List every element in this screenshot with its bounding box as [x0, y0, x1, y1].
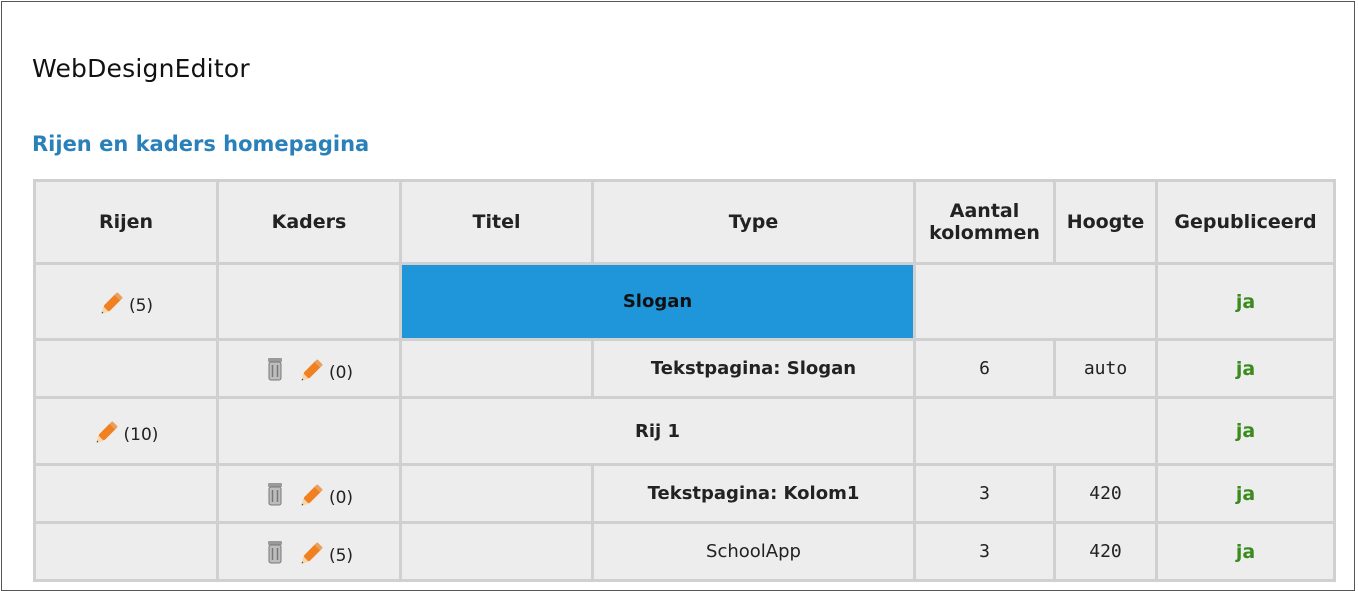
published-status: ja — [1155, 396, 1336, 466]
trash-icon[interactable] — [265, 482, 285, 506]
header-type: Type — [591, 179, 916, 265]
pencil-icon[interactable] — [299, 355, 327, 383]
pencil-icon[interactable] — [299, 538, 327, 566]
header-gepubliceerd: Gepubliceerd — [1155, 179, 1336, 265]
kader-actions-cell: (5) — [216, 521, 402, 582]
rij-edit-cell: (10) — [33, 396, 219, 466]
hoogte-cell: auto — [1053, 338, 1158, 399]
row-count: (10) — [123, 425, 159, 445]
pencil-icon[interactable] — [99, 288, 127, 316]
header-aantal-line2: kolommen — [929, 222, 1040, 244]
frame-count: (0) — [328, 487, 354, 508]
published-status: ja — [1155, 463, 1336, 524]
rij-cell-empty — [33, 338, 219, 399]
published-status: ja — [1155, 338, 1336, 399]
pencil-icon[interactable] — [299, 480, 327, 508]
rows-frames-table: Rijen Kaders Titel Type Aantal kolommen … — [33, 179, 1336, 582]
kolommen-cell: 3 — [913, 521, 1056, 582]
table-row: (10) Rij 1 ja — [33, 396, 1336, 466]
frame-count: (5) — [328, 545, 354, 566]
kolommen-cell: 6 — [913, 338, 1056, 399]
editor-frame: WebDesignEditor Rijen en kaders homepagi… — [1, 1, 1355, 591]
titel-cell — [399, 463, 594, 524]
table-row: (5) Slogan ja — [33, 262, 1336, 341]
type-cell: Tekstpagina: Slogan — [591, 338, 916, 399]
frame-count: (0) — [328, 362, 354, 383]
header-kaders: Kaders — [216, 179, 402, 265]
rij-edit-cell: (5) — [33, 262, 219, 341]
hoogte-cell: 420 — [1053, 463, 1158, 524]
header-aantal-kolommen: Aantal kolommen — [913, 179, 1056, 265]
titel-cell — [399, 338, 594, 399]
row-label[interactable]: Rij 1 — [399, 396, 916, 466]
table-header-row: Rijen Kaders Titel Type Aantal kolommen … — [33, 179, 1336, 265]
empty-cell — [913, 262, 1158, 341]
kader-actions-cell: (0) — [216, 338, 402, 399]
kader-actions-cell: (0) — [216, 463, 402, 524]
pencil-icon[interactable] — [94, 417, 122, 445]
titel-cell — [399, 521, 594, 582]
table-row: (0) Tekstpagina: Slogan 6 auto ja — [33, 338, 1336, 399]
rij-cell-empty — [33, 463, 219, 524]
kolommen-cell: 3 — [913, 463, 1056, 524]
header-titel: Titel — [399, 179, 594, 265]
app-title: WebDesignEditor — [32, 54, 250, 83]
type-cell: Tekstpagina: Kolom1 — [591, 463, 916, 524]
trash-icon[interactable] — [265, 357, 285, 381]
row-count: (5) — [128, 295, 154, 316]
published-status: ja — [1155, 521, 1336, 582]
published-status: ja — [1155, 262, 1336, 341]
table-row: (5) SchoolApp 3 420 ja — [33, 521, 1336, 582]
hoogte-cell: 420 — [1053, 521, 1158, 582]
header-hoogte: Hoogte — [1053, 179, 1158, 265]
kader-cell-empty — [216, 262, 402, 341]
rij-cell-empty — [33, 521, 219, 582]
kader-cell-empty — [216, 396, 402, 466]
row-label[interactable]: Slogan — [399, 262, 916, 341]
table-row: (0) Tekstpagina: Kolom1 3 420 ja — [33, 463, 1336, 524]
trash-icon[interactable] — [265, 540, 285, 564]
header-aantal-line1: Aantal — [949, 200, 1020, 222]
header-rijen: Rijen — [33, 179, 219, 265]
empty-cell — [913, 396, 1158, 466]
type-cell: SchoolApp — [591, 521, 916, 582]
section-title: Rijen en kaders homepagina — [32, 132, 370, 156]
